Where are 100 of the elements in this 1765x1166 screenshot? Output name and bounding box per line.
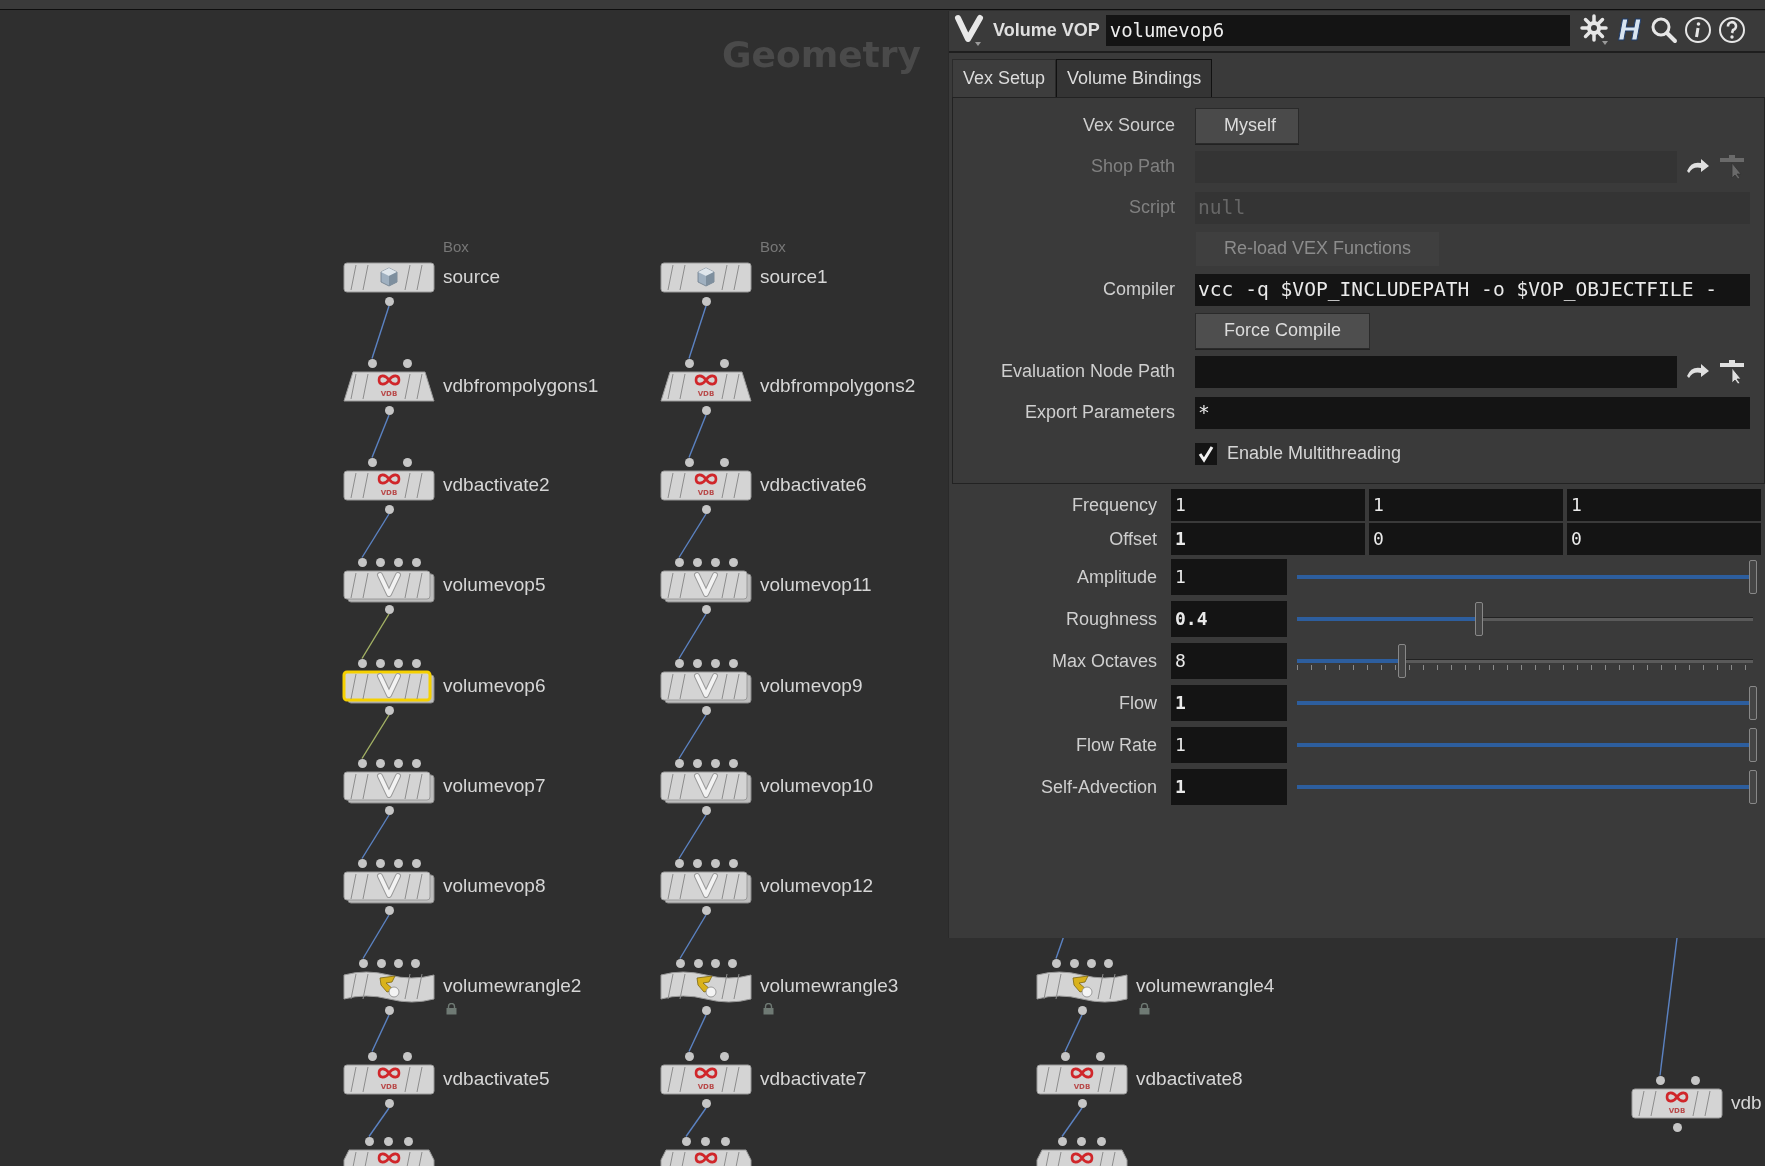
input-port[interactable]	[367, 457, 377, 467]
wire	[361, 613, 390, 660]
number-field[interactable]: 1	[1171, 559, 1287, 595]
input-port[interactable]	[1655, 1075, 1665, 1085]
slider-handle[interactable]	[1475, 602, 1484, 636]
output-port[interactable]	[701, 906, 711, 915]
slider-handle[interactable]	[1749, 728, 1757, 762]
input-port[interactable]	[367, 1051, 377, 1061]
output-port[interactable]	[701, 1099, 711, 1108]
number-field[interactable]: 1	[1369, 489, 1563, 521]
output-port[interactable]	[384, 706, 394, 715]
input-port[interactable]	[402, 457, 412, 467]
node-label: vdbactivate5	[443, 1067, 550, 1091]
output-port[interactable]	[384, 297, 394, 306]
settings-icon[interactable]	[1579, 14, 1610, 46]
output-port[interactable]	[701, 605, 711, 614]
input-port[interactable]	[367, 358, 377, 368]
number-field[interactable]: 0	[1567, 523, 1761, 555]
input-port[interactable]	[402, 358, 412, 368]
slider-handle[interactable]	[1749, 686, 1757, 720]
wire	[362, 914, 390, 960]
output-port[interactable]	[701, 297, 711, 306]
infinity-icon	[377, 1152, 401, 1164]
node-label: volumevop9	[760, 674, 863, 698]
output-port[interactable]	[384, 505, 394, 514]
param-label: Script	[1128, 197, 1175, 218]
cube-icon	[697, 267, 715, 287]
help-icon[interactable]	[1717, 16, 1746, 44]
infinity-icon	[377, 374, 401, 386]
number-field[interactable]: 1	[1171, 685, 1287, 721]
node-type-label: Box	[443, 238, 469, 255]
checkbox[interactable]	[1195, 442, 1217, 465]
output-port[interactable]	[384, 806, 394, 815]
input-port[interactable]	[684, 457, 694, 467]
input-port[interactable]	[684, 1051, 694, 1061]
node-label: volumevop12	[760, 874, 874, 898]
node-name-field[interactable]: volumevop6	[1105, 14, 1570, 46]
input-port[interactable]	[719, 358, 729, 368]
number-field[interactable]: 1	[1171, 489, 1365, 521]
node-type-label: Box	[760, 238, 786, 255]
tab[interactable]: Vex Setup	[952, 59, 1057, 97]
path-field[interactable]	[1195, 355, 1677, 388]
number-field[interactable]: 1	[1171, 523, 1365, 555]
v-icon	[377, 673, 401, 698]
slider-handle[interactable]	[1397, 644, 1406, 678]
wire	[688, 414, 707, 459]
output-port[interactable]	[701, 806, 711, 815]
param-label: Flow	[1118, 692, 1157, 714]
info-icon[interactable]	[1683, 16, 1712, 44]
input-port[interactable]	[402, 1051, 412, 1061]
node-label: vdbactivate7	[760, 1067, 867, 1091]
number-field[interactable]: 0	[1369, 523, 1563, 555]
dropdown-menu[interactable]: Myself	[1195, 107, 1299, 144]
node-label: vdbactivate2	[443, 473, 550, 497]
wire	[1061, 1107, 1083, 1138]
param-label: Amplitude	[1075, 566, 1157, 588]
output-port[interactable]	[1077, 1099, 1087, 1108]
search-icon[interactable]	[1649, 16, 1678, 44]
input-port[interactable]	[719, 1051, 729, 1061]
infinity-icon	[694, 1152, 718, 1164]
output-port[interactable]	[384, 1099, 394, 1108]
number-field[interactable]: 8	[1171, 643, 1287, 679]
input-port[interactable]	[1060, 1051, 1070, 1061]
output-port[interactable]	[384, 1006, 394, 1015]
input-port[interactable]	[719, 457, 729, 467]
output-port[interactable]	[1077, 1006, 1087, 1015]
node-type-label: Volume VOP	[993, 19, 1100, 41]
tab[interactable]: Volume Bindings	[1056, 59, 1213, 97]
v-icon	[377, 572, 401, 597]
h-menu-button[interactable]: H	[1615, 13, 1644, 47]
number-field[interactable]: 1	[1171, 727, 1287, 763]
text-field[interactable]: *	[1195, 396, 1750, 429]
input-port[interactable]	[1690, 1075, 1700, 1085]
output-port[interactable]	[1672, 1123, 1682, 1132]
input-port[interactable]	[1095, 1051, 1105, 1061]
infinity-icon	[377, 1067, 401, 1079]
infinity-icon	[1070, 1067, 1094, 1079]
output-port[interactable]	[701, 505, 711, 514]
output-port[interactable]	[701, 706, 711, 715]
output-port[interactable]	[701, 406, 711, 415]
input-port[interactable]	[684, 358, 694, 368]
slider-handle[interactable]	[1749, 560, 1757, 594]
wire	[678, 714, 707, 760]
output-port[interactable]	[384, 906, 394, 915]
number-field[interactable]: 1	[1567, 489, 1761, 521]
v-icon	[694, 773, 718, 798]
param-label: Flow Rate	[1074, 734, 1157, 756]
slider-handle[interactable]	[1749, 770, 1757, 804]
node-label: volumewrangle4	[1136, 974, 1275, 998]
node-label: vdb	[1731, 1091, 1762, 1115]
cursor-icon[interactable]	[1719, 358, 1745, 385]
output-port[interactable]	[701, 1006, 711, 1015]
node-label: volumevop7	[443, 774, 546, 798]
text-field[interactable]: vcc -q $VOP_INCLUDEPATH -o $VOP_OBJECTFILE -	[1195, 273, 1750, 306]
number-field[interactable]: 0.4	[1171, 601, 1287, 637]
action-button[interactable]: Force Compile	[1195, 312, 1371, 349]
output-port[interactable]	[384, 406, 394, 415]
number-field[interactable]: 1	[1171, 769, 1287, 805]
v-icon	[694, 572, 718, 597]
output-port[interactable]	[384, 605, 394, 614]
